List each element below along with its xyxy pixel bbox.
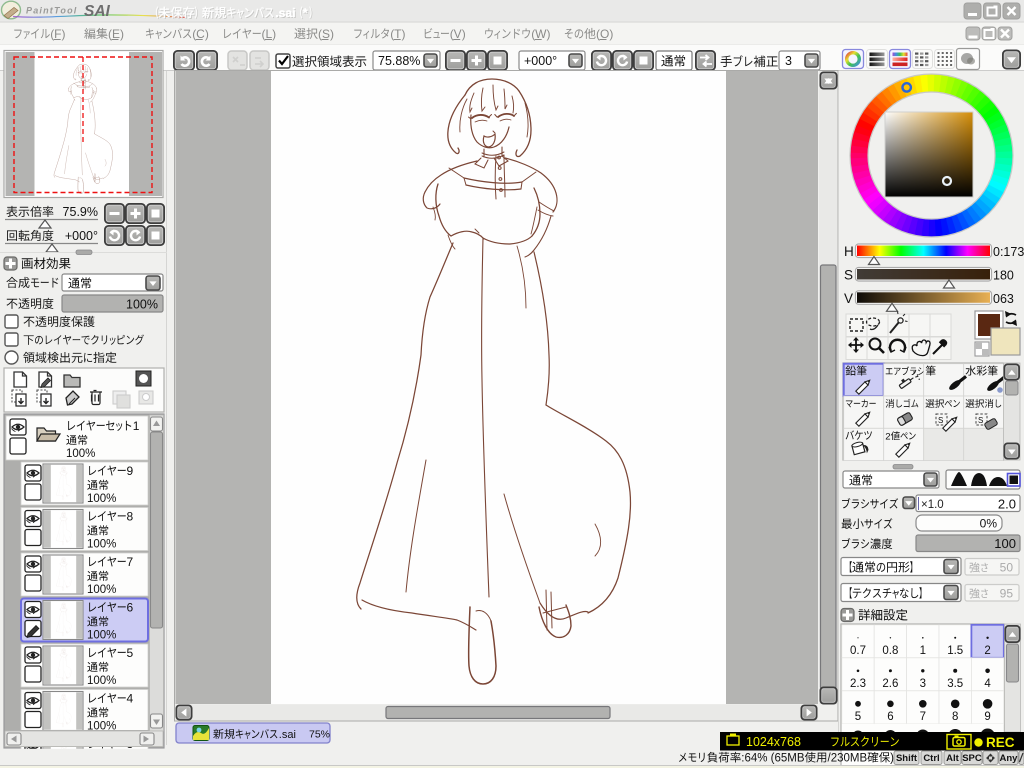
svg-text:9: 9 [984, 711, 990, 723]
svg-text:2.3: 2.3 [850, 678, 866, 690]
svg-text:8: 8 [127, 510, 134, 524]
svg-text:100%: 100% [87, 584, 116, 596]
svg-text:1: 1 [133, 419, 140, 433]
svg-text:H: H [844, 244, 854, 259]
svg-text:7: 7 [127, 555, 134, 569]
svg-text:+000°: +000° [524, 54, 557, 68]
svg-text:(O): (O) [596, 27, 613, 41]
svg-text:6: 6 [127, 601, 134, 615]
svg-text:(W): (W) [531, 27, 550, 41]
svg-text:(V): (V) [450, 27, 466, 41]
svg-text:SAI: SAI [84, 3, 111, 20]
svg-text:(S): (S) [318, 27, 334, 41]
svg-text:0.7: 0.7 [850, 645, 866, 657]
svg-text:3.5: 3.5 [947, 678, 963, 690]
svg-text:50: 50 [1000, 561, 1014, 575]
svg-text:6: 6 [887, 711, 893, 723]
svg-text:Shift: Shift [896, 753, 918, 764]
svg-text:3: 3 [785, 54, 792, 68]
svg-text:2: 2 [984, 645, 990, 657]
svg-text:.sai: .sai [279, 729, 296, 741]
svg-text:4: 4 [984, 678, 991, 690]
svg-text:0.8: 0.8 [882, 645, 898, 657]
svg-text:75.88%: 75.88% [378, 54, 420, 68]
svg-text:PaintTool: PaintTool [26, 6, 77, 16]
svg-text:2.6: 2.6 [882, 678, 898, 690]
svg-text:(E): (E) [108, 27, 124, 41]
svg-text:100%: 100% [87, 675, 116, 687]
svg-text:(F): (F) [50, 27, 65, 41]
svg-text:1.5: 1.5 [947, 645, 963, 657]
svg-text:180: 180 [993, 269, 1014, 283]
svg-text:75%: 75% [309, 729, 330, 741]
svg-text:(C): (C) [192, 27, 209, 41]
svg-text:SPC: SPC [962, 753, 982, 764]
svg-text:2: 2 [885, 431, 890, 442]
svg-text:×1.0: ×1.0 [921, 499, 944, 511]
svg-text:1024x768: 1024x768 [746, 735, 801, 749]
svg-text:95: 95 [1000, 587, 1014, 601]
svg-text:5: 5 [855, 711, 861, 723]
svg-text:100: 100 [994, 536, 1016, 551]
svg-text:S: S [978, 416, 983, 425]
svg-text:S: S [844, 268, 853, 283]
svg-text:75.9%: 75.9% [63, 205, 98, 219]
svg-text:S: S [938, 416, 943, 425]
svg-text:(T): (T) [390, 27, 405, 41]
svg-text:100%: 100% [126, 298, 158, 312]
svg-text:3: 3 [920, 678, 926, 690]
svg-text:0:173: 0:173 [993, 245, 1024, 259]
svg-text:Any: Any [1000, 753, 1019, 764]
svg-text:100%: 100% [87, 630, 116, 642]
svg-text:/230MB: /230MB [828, 753, 868, 765]
svg-text:V: V [844, 291, 853, 306]
svg-text:1: 1 [920, 645, 926, 657]
svg-text:063: 063 [993, 292, 1014, 306]
svg-text:100%: 100% [66, 448, 95, 460]
svg-text:100%: 100% [87, 539, 116, 551]
svg-text:7: 7 [920, 711, 926, 723]
svg-text:*: * [303, 6, 308, 20]
svg-text:9: 9 [127, 464, 134, 478]
svg-text:2.0: 2.0 [998, 497, 1016, 512]
svg-text::64% (65MB: :64% (65MB [741, 753, 805, 765]
svg-text:Alt: Alt [946, 753, 960, 764]
svg-text:5: 5 [127, 646, 134, 660]
svg-text:.sai: .sai [275, 6, 295, 20]
svg-text:Ctrl: Ctrl [923, 753, 939, 764]
svg-text:8: 8 [952, 711, 958, 723]
svg-text:100%: 100% [87, 493, 116, 505]
svg-text:REC: REC [986, 735, 1015, 750]
svg-text:0%: 0% [980, 517, 998, 531]
svg-text:4: 4 [127, 692, 134, 706]
svg-text:(L): (L) [262, 27, 277, 41]
svg-text:+000°: +000° [65, 229, 98, 243]
